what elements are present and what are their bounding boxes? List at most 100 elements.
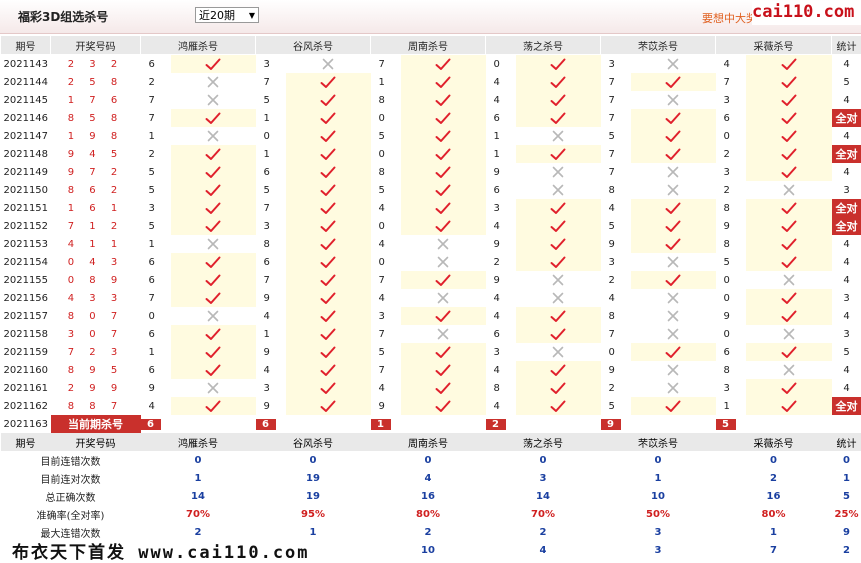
result-cell — [400, 361, 486, 379]
result-cell — [170, 325, 256, 343]
stats-value: 14 — [536, 490, 550, 502]
kill-value-cell: 4 — [263, 364, 270, 376]
stats-value: 16 — [421, 490, 435, 502]
period-range-select[interactable]: 近20期 ▼ — [195, 7, 259, 23]
result-cell — [630, 307, 716, 325]
stats-value: 1 — [654, 472, 662, 484]
result-cell — [170, 235, 256, 253]
check-icon — [746, 400, 832, 413]
check-icon — [516, 238, 601, 251]
kill-value-cell: 1 — [493, 130, 500, 142]
result-cell — [515, 325, 601, 343]
check-icon — [746, 346, 832, 359]
check-icon — [631, 220, 716, 233]
cross-icon — [516, 130, 601, 142]
result-cell — [170, 253, 256, 271]
draw-number-cell: 0 8 9 — [67, 274, 124, 286]
result-cell — [285, 343, 371, 361]
cross-icon — [171, 382, 256, 394]
kill-value-cell: 7 — [148, 292, 155, 304]
count-cell: 4 — [843, 274, 850, 286]
result-cell — [630, 343, 716, 361]
result-cell — [285, 361, 371, 379]
draw-number-cell: 0 4 3 — [67, 256, 124, 268]
check-icon — [171, 292, 256, 305]
period-cell: 2021158 — [3, 328, 49, 340]
check-icon — [401, 310, 486, 323]
result-cell — [630, 163, 716, 181]
result-cell — [400, 217, 486, 235]
promo-link[interactable]: 要想中大奖 — [702, 10, 757, 26]
result-cell — [170, 73, 256, 91]
check-icon — [286, 76, 371, 89]
draw-number-cell: 8 8 7 — [67, 400, 124, 412]
kill-value-cell: 3 — [378, 310, 385, 322]
stats-value: 9 — [843, 526, 850, 538]
kill-value-cell: 5 — [263, 184, 270, 196]
stats-row: 准确率(全对率) 70% 95% 80% 70% 50% 80% 25% — [0, 505, 861, 523]
result-cell — [170, 361, 256, 379]
check-icon — [286, 130, 371, 143]
result-cell — [630, 181, 716, 199]
all-correct-badge: 全对 — [831, 199, 861, 217]
check-icon — [401, 400, 486, 413]
cross-icon — [631, 310, 716, 322]
period-cell: 2021149 — [3, 166, 49, 178]
result-cell — [515, 379, 601, 397]
cross-icon — [171, 238, 256, 250]
kill-value-cell: 5 — [723, 256, 730, 268]
count-cell: 3 — [843, 184, 850, 196]
kill-value-cell: 1 — [148, 130, 155, 142]
check-icon — [171, 328, 256, 341]
result-cell — [745, 145, 832, 163]
result-cell — [745, 199, 832, 217]
result-cell — [285, 325, 371, 343]
kill-value-cell: 7 — [378, 364, 385, 376]
draw-number-cell: 1 9 8 — [67, 130, 124, 142]
period-cell: 2021155 — [3, 274, 49, 286]
kill-value-cell: 7 — [378, 328, 385, 340]
check-icon — [171, 202, 256, 215]
stats-value: 80% — [761, 508, 786, 520]
result-cell — [515, 235, 601, 253]
kill-value-cell: 6 — [263, 256, 270, 268]
draw-number-cell: 3 0 7 — [67, 328, 124, 340]
current-kill-value: 6 — [255, 418, 276, 430]
kill-value-cell: 5 — [608, 400, 615, 412]
count-cell: 4 — [843, 310, 850, 322]
check-icon — [631, 400, 716, 413]
result-cell — [515, 271, 601, 289]
col-period: 期号 — [0, 35, 51, 55]
table-row: 2021150 8 6 2 5 5 5 6 8 2 3 — [1, 181, 861, 199]
kill-value-cell: 3 — [263, 58, 270, 70]
stats-value: 25% — [834, 508, 859, 520]
cross-icon — [631, 328, 716, 340]
period-cell: 2021152 — [3, 220, 49, 232]
result-cell — [170, 145, 256, 163]
kill-value-cell: 5 — [148, 166, 155, 178]
period-cell: 2021162 — [3, 400, 49, 412]
stats-value: 0 — [539, 454, 547, 466]
count-cell: 5 — [843, 346, 850, 358]
check-icon — [171, 58, 256, 71]
period-cell: 2021151 — [3, 202, 49, 214]
table-row: 2021147 1 9 8 1 0 5 1 5 0 4 — [1, 127, 861, 145]
period-range-value: 近20期 — [199, 9, 235, 22]
check-icon — [286, 400, 371, 413]
count-cell: 4 — [843, 382, 850, 394]
stats-value: 4 — [539, 544, 547, 556]
kill-value-cell: 7 — [378, 274, 385, 286]
kill-value-cell: 8 — [723, 364, 730, 376]
check-icon — [286, 292, 371, 305]
kill-value-cell: 1 — [378, 76, 385, 88]
check-icon — [286, 346, 371, 359]
result-cell — [745, 235, 832, 253]
draw-number-cell: 8 6 2 — [67, 184, 124, 196]
result-cell — [285, 145, 371, 163]
result-cell — [745, 127, 832, 145]
result-cell — [515, 145, 601, 163]
result-cell — [745, 109, 832, 127]
kill-value-cell: 4 — [378, 382, 385, 394]
check-icon — [171, 346, 256, 359]
stats-value: 3 — [654, 544, 662, 556]
